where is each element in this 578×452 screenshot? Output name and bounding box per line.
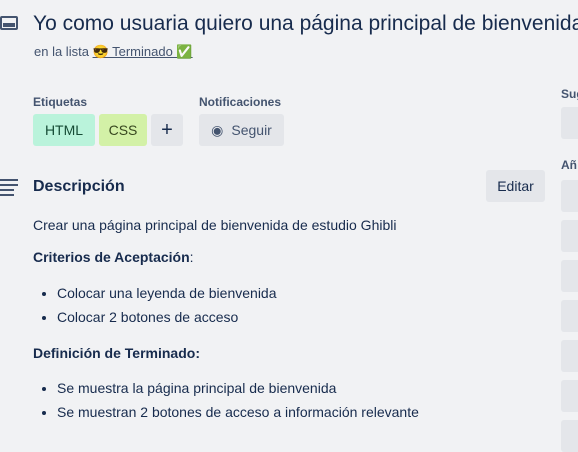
list-item: Colocar 2 botones de acceso bbox=[57, 309, 277, 325]
list-item: Se muestran 2 botones de acceso a inform… bbox=[57, 404, 419, 420]
eye-icon: ◉ bbox=[211, 121, 224, 138]
labels-heading: Etiquetas bbox=[33, 95, 88, 109]
label-html[interactable]: HTML bbox=[33, 114, 95, 146]
description-icon bbox=[0, 179, 18, 196]
list-prefix: en la lista bbox=[34, 44, 89, 59]
description-intro: Crear una página principal de bienvenida… bbox=[33, 217, 397, 233]
cover-button[interactable] bbox=[561, 380, 578, 412]
members-button[interactable] bbox=[561, 180, 578, 212]
suggested-heading: Sug bbox=[561, 87, 578, 101]
done-heading: Definición de Terminado: bbox=[33, 345, 200, 361]
list-item: Se muestra la página principal de bienve… bbox=[57, 380, 419, 396]
custom-fields-button[interactable] bbox=[561, 420, 578, 452]
criteria-list: Colocar una leyenda de bienvenida Coloca… bbox=[33, 285, 277, 333]
suggested-member-button[interactable] bbox=[561, 107, 578, 139]
labels-button[interactable] bbox=[561, 220, 578, 252]
add-to-card-heading: Añ bbox=[561, 158, 577, 172]
add-label-button[interactable]: + bbox=[151, 114, 183, 146]
notifications-heading: Notificaciones bbox=[199, 95, 282, 109]
list-item: Colocar una leyenda de bienvenida bbox=[57, 285, 277, 301]
edit-description-button[interactable]: Editar bbox=[486, 170, 545, 202]
label-css[interactable]: CSS bbox=[99, 114, 147, 146]
description-heading: Descripción bbox=[33, 178, 125, 195]
criteria-heading: Criterios de Aceptación: bbox=[33, 249, 194, 265]
list-info: en la lista 😎 Terminado ✅ bbox=[34, 44, 193, 60]
attachment-button[interactable] bbox=[561, 340, 578, 372]
card-title[interactable]: Yo como usuaria quiero una página princi… bbox=[33, 12, 578, 36]
follow-label: Seguir bbox=[231, 122, 272, 138]
checklist-button[interactable] bbox=[561, 260, 578, 292]
done-list: Se muestra la página principal de bienve… bbox=[33, 380, 419, 428]
list-link[interactable]: 😎 Terminado ✅ bbox=[93, 44, 193, 59]
follow-button[interactable]: ◉ Seguir bbox=[199, 114, 284, 146]
card-icon bbox=[0, 16, 18, 30]
dates-button[interactable] bbox=[561, 300, 578, 332]
